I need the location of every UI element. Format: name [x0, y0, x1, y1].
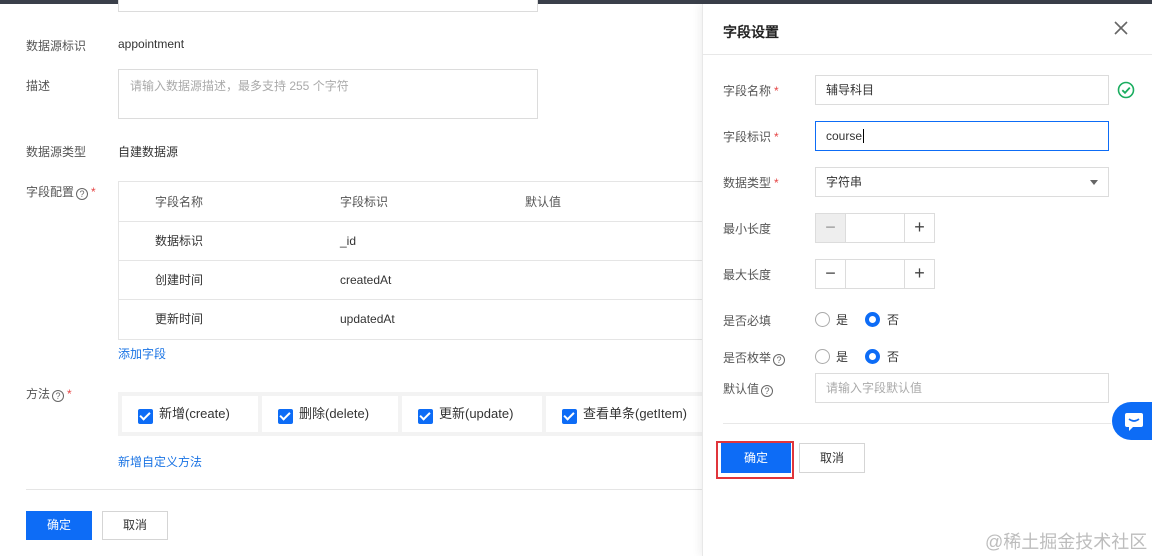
max-length-minus-button[interactable]: −: [816, 260, 846, 288]
min-length-minus-button[interactable]: −: [816, 214, 846, 242]
max-length-label: 最大长度: [723, 268, 772, 282]
name-input-partial[interactable]: [118, 0, 538, 12]
source-id-label: 数据源标识: [26, 39, 87, 53]
required-mark: *: [774, 84, 779, 98]
required-no-radio[interactable]: [865, 312, 880, 327]
field-name-label: 字段名称 *: [723, 82, 779, 99]
enum-no-radio[interactable]: [865, 349, 880, 364]
help-icon[interactable]: ?: [76, 188, 89, 200]
header-default-value: 默认值: [525, 195, 562, 209]
required-mark: *: [91, 185, 96, 199]
highlight-box: [716, 441, 794, 479]
chat-bubble-icon: [1125, 413, 1143, 431]
data-type-value: 字符串: [826, 175, 863, 189]
field-key-value: course: [826, 129, 863, 143]
method-update[interactable]: 更新(update): [402, 396, 542, 432]
watermark: @稀土掘金技术社区: [985, 532, 1148, 552]
fields-config-label-text: 字段配置: [26, 185, 75, 199]
method-label: 新增(create): [159, 406, 230, 421]
min-length-stepper[interactable]: − +: [815, 213, 935, 243]
min-length-label: 最小长度: [723, 222, 772, 236]
required-yes-radio[interactable]: [815, 312, 830, 327]
field-key-label-text: 字段标识: [723, 130, 772, 144]
help-icon[interactable]: ?: [761, 385, 774, 397]
source-type-value: 自建数据源: [118, 145, 179, 159]
description-textarea[interactable]: 请输入数据源描述，最多支持 255 个字符: [118, 69, 538, 119]
table-row[interactable]: 创建时间 createdAt: [119, 261, 702, 300]
enum-label: 是否枚举?: [723, 349, 786, 366]
required-no-label[interactable]: 否: [887, 311, 899, 328]
panel-footer-divider: [723, 423, 1111, 424]
text-caret: [863, 129, 865, 143]
chat-button[interactable]: [1112, 402, 1152, 440]
panel-cancel-button[interactable]: 取消: [799, 443, 865, 473]
method-label: 删除(delete): [299, 406, 370, 421]
cell-field-name: 数据标识: [155, 234, 204, 248]
enum-no-label[interactable]: 否: [887, 348, 899, 365]
check-circle-icon: [1117, 81, 1135, 99]
methods-label: 方法? *: [26, 385, 72, 402]
fields-table-header: 字段名称 字段标识 默认值: [119, 182, 702, 222]
cell-field-name: 创建时间: [155, 273, 204, 287]
fields-table: 字段名称 字段标识 默认值 数据标识 _id 创建时间 createdAt 更新…: [118, 181, 702, 340]
field-key-label: 字段标识 *: [723, 128, 779, 145]
table-row[interactable]: 更新时间 updatedAt: [119, 300, 702, 339]
field-name-input[interactable]: 辅导科目: [815, 75, 1109, 105]
default-value-input[interactable]: 请输入字段默认值: [815, 373, 1109, 403]
checkbox-checked-icon[interactable]: [278, 409, 293, 424]
cell-field-key: _id: [340, 234, 357, 248]
help-icon[interactable]: ?: [773, 354, 786, 366]
default-value-label-text: 默认值: [723, 382, 760, 396]
form-cancel-button[interactable]: 取消: [102, 511, 168, 540]
cell-field-name: 更新时间: [155, 312, 204, 326]
header-field-key: 字段标识: [340, 195, 389, 209]
description-label: 描述: [26, 79, 51, 93]
fields-config-label: 字段配置? *: [26, 183, 96, 200]
enum-label-text: 是否枚举: [723, 351, 772, 365]
source-id-value: appointment: [118, 37, 185, 51]
caret-down-icon: [1090, 180, 1098, 185]
required-mark: *: [774, 130, 779, 144]
method-delete[interactable]: 删除(delete): [262, 396, 398, 432]
add-field-link[interactable]: 添加字段: [118, 345, 166, 362]
required-mark: *: [67, 387, 72, 401]
form-confirm-button[interactable]: 确定: [26, 511, 92, 540]
help-icon[interactable]: ?: [52, 390, 65, 402]
required-label: 是否必填: [723, 314, 772, 328]
cell-field-key: createdAt: [340, 273, 392, 287]
required-yes-label[interactable]: 是: [836, 311, 848, 328]
method-get-item[interactable]: 查看单条(getItem): [546, 396, 702, 432]
methods-group: 新增(create) 删除(delete) 更新(update) 查看单条(ge…: [118, 392, 702, 436]
enum-yes-radio[interactable]: [815, 349, 830, 364]
cell-field-key: updatedAt: [340, 312, 395, 326]
source-type-label: 数据源类型: [26, 145, 87, 159]
checkbox-checked-icon[interactable]: [562, 409, 577, 424]
max-length-stepper[interactable]: − +: [815, 259, 935, 289]
add-custom-method-link[interactable]: 新增自定义方法: [118, 453, 202, 470]
field-key-input[interactable]: course: [815, 121, 1109, 151]
panel-header-divider: [703, 54, 1152, 55]
method-label: 更新(update): [439, 406, 514, 421]
checkbox-checked-icon[interactable]: [418, 409, 433, 424]
default-value-placeholder: 请输入字段默认值: [826, 381, 923, 395]
required-mark: *: [774, 176, 779, 190]
panel-title: 字段设置: [723, 24, 779, 40]
data-type-label: 数据类型 *: [723, 174, 779, 191]
description-placeholder: 请输入数据源描述，最多支持 255 个字符: [130, 79, 349, 93]
method-label: 查看单条(getItem): [583, 406, 688, 421]
default-value-label: 默认值?: [723, 380, 774, 397]
enum-yes-label[interactable]: 是: [836, 348, 848, 365]
min-length-plus-button[interactable]: +: [904, 214, 934, 242]
data-type-select[interactable]: 字符串: [815, 167, 1109, 197]
checkbox-checked-icon[interactable]: [138, 409, 153, 424]
method-create[interactable]: 新增(create): [122, 396, 258, 432]
data-type-label-text: 数据类型: [723, 176, 772, 190]
max-length-plus-button[interactable]: +: [904, 260, 934, 288]
methods-label-text: 方法: [26, 387, 51, 401]
header-field-name: 字段名称: [155, 195, 204, 209]
field-name-label-text: 字段名称: [723, 84, 772, 98]
table-row[interactable]: 数据标识 _id: [119, 222, 702, 261]
form-divider: [26, 489, 702, 490]
close-icon[interactable]: [1111, 18, 1131, 38]
